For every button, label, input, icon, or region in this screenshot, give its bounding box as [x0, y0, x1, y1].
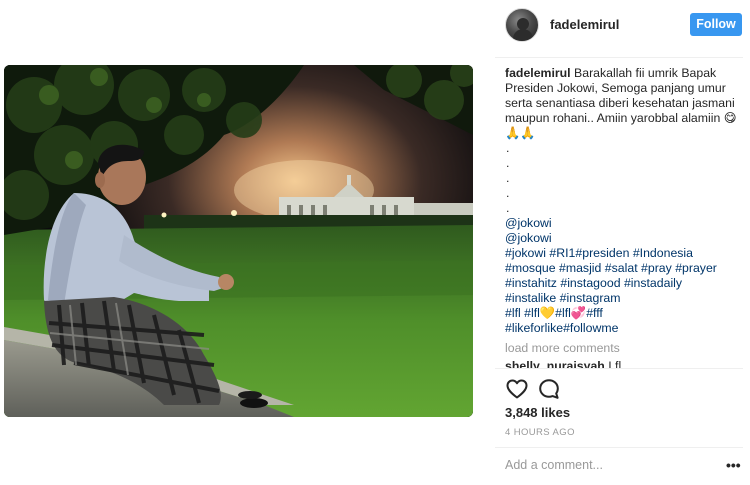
hashtag-line[interactable]: #instalike #instagram	[505, 291, 743, 306]
load-more-comments-link[interactable]: load more comments	[505, 341, 743, 357]
hashtag-line[interactable]: #mosque #masjid #salat #pray #prayer	[505, 261, 743, 276]
post-timestamp[interactable]: 4 HOURS AGO	[505, 427, 575, 438]
heart-icon[interactable]	[505, 377, 529, 401]
comment-bubble-icon[interactable]	[537, 377, 561, 401]
hashtag-line[interactable]: #instahitz #instagood #instadaily	[505, 276, 743, 291]
night-palace-photo	[4, 65, 473, 417]
header-username[interactable]: fadelemirul	[550, 17, 619, 32]
divider	[495, 368, 743, 369]
more-options-icon[interactable]: •••	[726, 457, 741, 473]
divider	[495, 57, 743, 58]
add-comment-input[interactable]	[505, 456, 715, 474]
caption: fadelemirul Barakallah fii umrik Bapak P…	[505, 66, 743, 141]
caption-dot: .	[506, 156, 510, 170]
likes-count[interactable]: 3,848 likes	[505, 405, 570, 420]
post-sidebar: fadelemirul Follow fadelemirul Barakalla…	[495, 0, 750, 485]
caption-dot: .	[506, 201, 510, 215]
caption-dot: .	[506, 141, 510, 155]
action-bar	[505, 377, 585, 403]
comments-list[interactable]: fadelemirul Barakallah fii umrik Bapak P…	[505, 66, 743, 368]
caption-username[interactable]: fadelemirul	[505, 66, 571, 80]
caption-dot: .	[506, 171, 510, 185]
post-header: fadelemirul Follow	[495, 0, 750, 50]
follow-button[interactable]: Follow	[690, 13, 742, 36]
divider	[495, 447, 743, 448]
mention-link[interactable]: @jokowi	[505, 231, 743, 246]
hashtag-line[interactable]: #jokowi #RI1#presiden #Indonesia	[505, 246, 743, 261]
avatar[interactable]	[505, 8, 539, 42]
caption-dot: .	[506, 186, 510, 200]
comment-text: I fl	[608, 359, 622, 368]
post-photo[interactable]	[4, 65, 473, 417]
comment-username[interactable]: shelly_nuraisyah	[505, 359, 605, 368]
hashtag-line[interactable]: #lfl #lfl💛#lfl💞#fff	[505, 306, 743, 321]
comment-item: shelly_nuraisyah I fl	[505, 359, 743, 368]
hashtag-line[interactable]: #likeforlike#followme	[505, 321, 743, 336]
mention-link[interactable]: @jokowi	[505, 216, 743, 231]
